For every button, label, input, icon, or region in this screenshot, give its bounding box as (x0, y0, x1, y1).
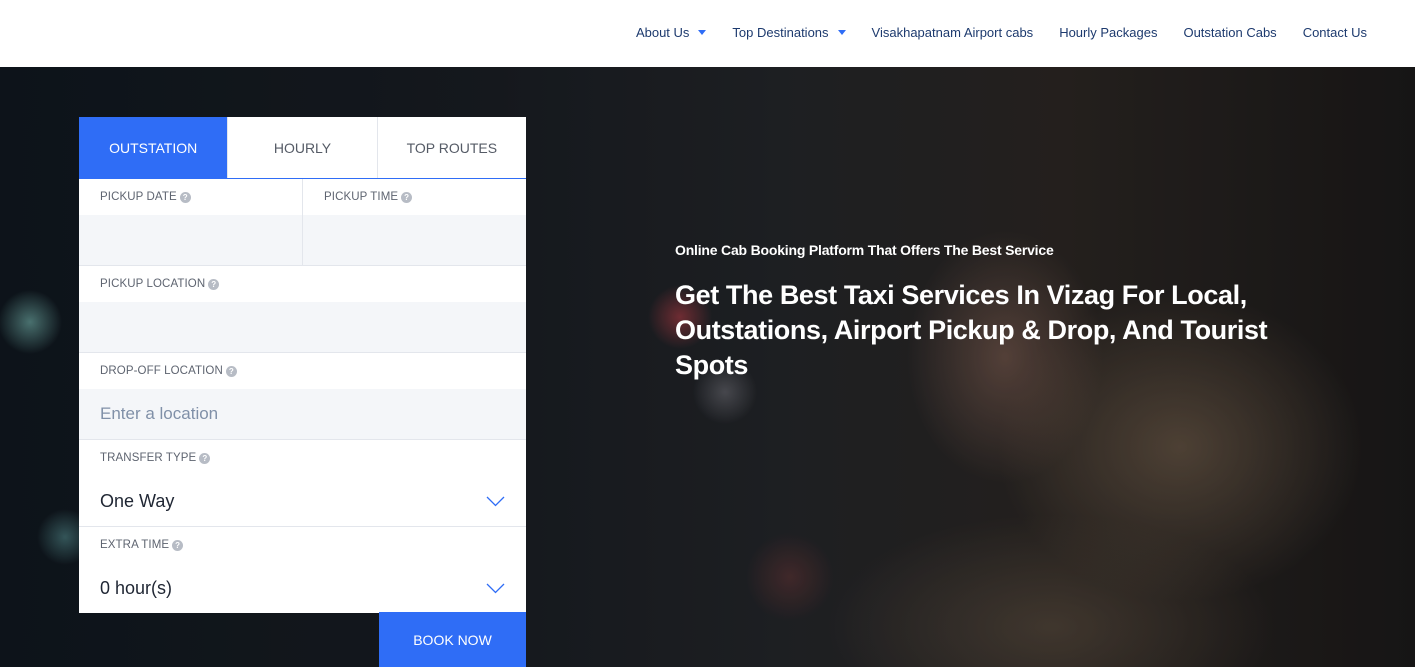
transfer-type-value: One Way (100, 490, 175, 511)
extra-time-value: 0 hour(s) (100, 577, 173, 598)
transfer-type-row: TRANSFER TYPE ? One Way (79, 440, 526, 527)
hero-subtitle: Online Cab Booking Platform That Offers … (675, 242, 1054, 258)
hero-text: Online Cab Booking Platform That Offers … (675, 242, 1275, 383)
chevron-down-icon (486, 496, 505, 506)
transfer-type-label: TRANSFER TYPE ? (79, 440, 526, 476)
nav-item-airport-cabs[interactable]: Visakhapatnam Airport cabs (872, 25, 1034, 40)
pickup-location-field: PICKUP LOCATION ? (79, 266, 526, 352)
booking-tabs: OUTSTATION HOURLY TOP ROUTES (79, 117, 526, 179)
transfer-type-label-text: TRANSFER TYPE (100, 452, 197, 464)
help-icon[interactable]: ? (199, 452, 211, 464)
main-nav: About Us Top Destinations Visakhapatnam … (610, 0, 1367, 64)
nav-item-top-destinations[interactable]: Top Destinations (732, 24, 846, 40)
tab-top-routes[interactable]: TOP ROUTES (378, 117, 526, 178)
pickup-datetime-row: PICKUP DATE ? PICKUP TIME ? (79, 179, 526, 266)
book-now-button[interactable]: BOOK NOW (379, 612, 526, 667)
dropoff-location-field: DROP-OFF LOCATION ? (79, 353, 526, 439)
extra-time-field: EXTRA TIME ? 0 hour(s) (79, 527, 526, 613)
tab-hourly[interactable]: HOURLY (228, 117, 378, 178)
pickup-date-field: PICKUP DATE ? (79, 179, 302, 265)
extra-time-label: EXTRA TIME ? (79, 527, 526, 563)
dropoff-location-input[interactable] (79, 389, 526, 439)
pickup-date-label-text: PICKUP DATE (100, 191, 177, 203)
pickup-location-input[interactable] (79, 302, 526, 352)
booking-form: OUTSTATION HOURLY TOP ROUTES PICKUP DATE… (79, 117, 526, 613)
site-header: About Us Top Destinations Visakhapatnam … (0, 0, 1415, 67)
caret-down-icon (837, 29, 846, 35)
extra-time-select[interactable]: 0 hour(s) (79, 563, 526, 613)
nav-item-contact-us[interactable]: Contact Us (1303, 25, 1367, 40)
nav-item-label: About Us (635, 24, 690, 40)
pickup-time-label: PICKUP TIME ? (303, 179, 526, 215)
pickup-location-label-text: PICKUP LOCATION (100, 278, 206, 290)
extra-time-label-text: EXTRA TIME (100, 539, 170, 551)
nav-item-label: Hourly Packages (1059, 24, 1158, 40)
help-icon[interactable]: ? (225, 365, 237, 377)
dropoff-location-row: DROP-OFF LOCATION ? (79, 353, 526, 440)
nav-item-label: Contact Us (1302, 24, 1367, 40)
help-icon[interactable]: ? (172, 539, 184, 551)
help-icon[interactable]: ? (401, 191, 413, 203)
nav-item-about-us[interactable]: About Us (635, 24, 707, 40)
transfer-type-select[interactable]: One Way (79, 476, 526, 526)
pickup-time-field: PICKUP TIME ? (302, 179, 526, 265)
chevron-down-icon (486, 583, 505, 593)
help-icon[interactable]: ? (208, 278, 220, 290)
pickup-location-row: PICKUP LOCATION ? (79, 266, 526, 353)
dropoff-location-label: DROP-OFF LOCATION ? (79, 353, 526, 389)
tab-outstation[interactable]: OUTSTATION (79, 117, 229, 178)
pickup-time-label-text: PICKUP TIME (324, 191, 399, 203)
transfer-type-field: TRANSFER TYPE ? One Way (79, 440, 526, 526)
dropoff-location-label-text: DROP-OFF LOCATION (100, 365, 223, 377)
nav-item-hourly-packages[interactable]: Hourly Packages (1059, 25, 1157, 40)
pickup-date-input[interactable] (79, 215, 302, 265)
pickup-location-label: PICKUP LOCATION ? (79, 266, 526, 302)
pickup-time-input[interactable] (303, 215, 526, 265)
extra-time-row: EXTRA TIME ? 0 hour(s) (79, 527, 526, 613)
pickup-date-label: PICKUP DATE ? (79, 179, 302, 215)
nav-item-label: Visakhapatnam Airport cabs (871, 24, 1034, 40)
caret-down-icon (698, 29, 707, 35)
nav-item-outstation-cabs[interactable]: Outstation Cabs (1183, 25, 1276, 40)
nav-item-label: Outstation Cabs (1183, 24, 1277, 40)
nav-item-label: Top Destinations (732, 24, 829, 40)
hero-title: Get The Best Taxi Services In Vizag For … (675, 280, 1268, 380)
help-icon[interactable]: ? (179, 191, 191, 203)
